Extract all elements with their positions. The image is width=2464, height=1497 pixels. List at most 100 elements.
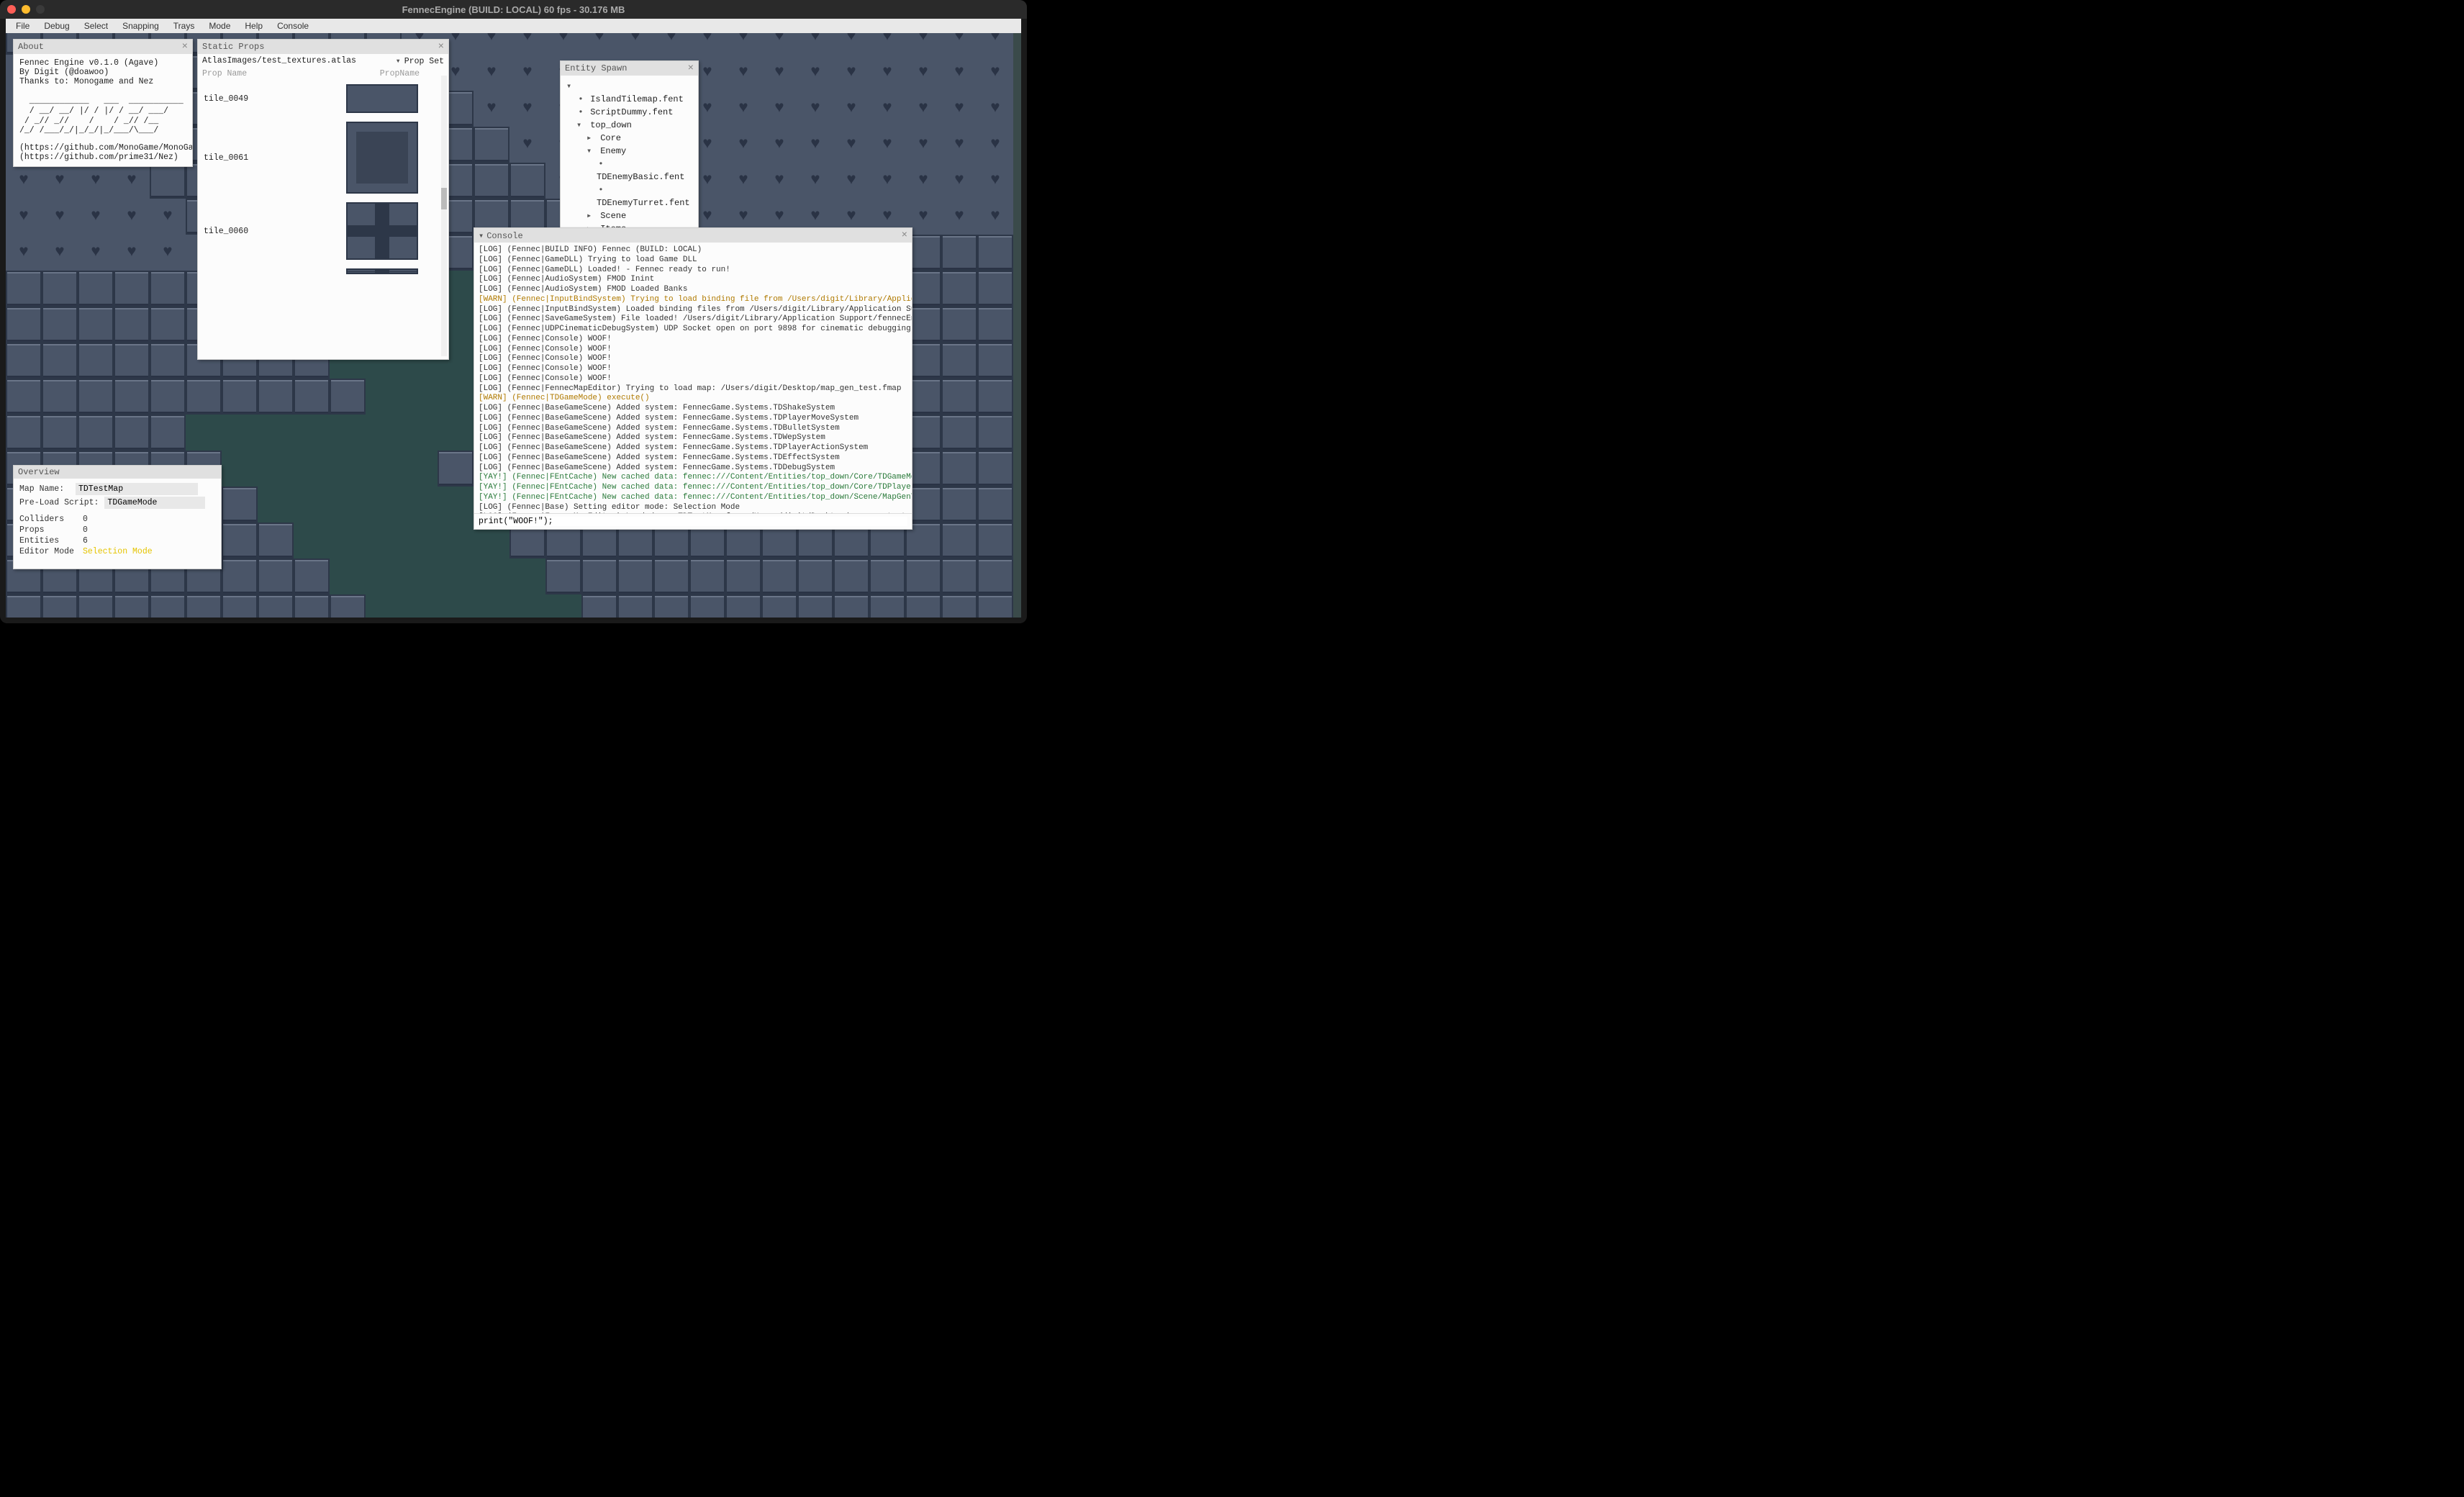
editor-mode-value: Selection Mode — [83, 547, 153, 556]
console-line: [LOG] (Fennec|FennecMapEditor) Trying to… — [479, 384, 907, 394]
overview-titlebar[interactable]: Overview — [14, 466, 221, 479]
console-line: [LOG] (Fennec|SaveGameSystem) File loade… — [479, 315, 907, 325]
prop-row[interactable]: tile_0061 — [198, 117, 448, 198]
window-title: FennecEngine (BUILD: LOCAL) 60 fps - 30.… — [402, 4, 625, 15]
console-line: [YAY!] (Fennec|FEntCache) New cached dat… — [479, 473, 907, 483]
column-prop-name-2: PropName — [380, 69, 420, 78]
prop-name: tile_0049 — [204, 94, 248, 104]
entity-spawn-title: Entity Spawn — [565, 63, 627, 73]
about-ascii-logo: ____________ ___ ___________ / __/ __/ |… — [19, 96, 186, 136]
console-line: [LOG] (Fennec|BaseGameScene) Added syste… — [479, 443, 907, 453]
console-line: [WARN] (Fennec|TDGameMode) execute() — [479, 394, 907, 404]
menu-mode[interactable]: Mode — [201, 19, 237, 32]
menu-debug[interactable]: Debug — [37, 19, 76, 32]
entity-spawn-panel[interactable]: Entity Spawn × ▾ • IslandTilemap.fent• S… — [560, 60, 699, 240]
overview-title: Overview — [18, 467, 60, 477]
console-log: [LOG] (Fennec|BUILD INFO) Fennec (BUILD:… — [474, 243, 912, 513]
maximize-icon[interactable] — [36, 5, 45, 14]
about-link-nez: (https://github.com/prime31/Nez) — [19, 153, 186, 162]
about-titlebar[interactable]: About × — [14, 40, 192, 54]
console-line: [LOG] (Fennec|Console) WOOF! — [479, 345, 907, 355]
bullet-icon: • — [576, 93, 585, 106]
close-icon[interactable]: × — [438, 41, 444, 53]
editor-mode-label: Editor Mode — [19, 547, 77, 556]
chevron-right-icon[interactable]: ▸ — [586, 209, 595, 222]
menubar: FileDebugSelectSnappingTraysModeHelpCons… — [6, 19, 1021, 33]
preload-input[interactable] — [104, 497, 205, 509]
menu-select[interactable]: Select — [77, 19, 115, 32]
console-line: [LOG] (Fennec|BaseGameScene) Added syste… — [479, 404, 907, 414]
static-props-body: AtlasImages/test_textures.atlas ▾Prop Se… — [198, 54, 448, 359]
tree-folder[interactable]: ▸ Core — [566, 132, 692, 145]
stat-value: 0 — [83, 525, 88, 535]
tree-item[interactable]: • ScriptDummy.fent — [566, 106, 692, 119]
chevron-down-icon[interactable]: ▾ — [566, 80, 575, 93]
bullet-icon: • — [576, 106, 585, 119]
bullet-icon: • — [597, 158, 605, 171]
console-line: [WARN] (Fennec|InputBindSystem) Trying t… — [479, 295, 907, 305]
console-line: [LOG] (Fennec|BaseGameScene) Added syste… — [479, 414, 907, 424]
tree-folder[interactable]: ▾ Enemy — [566, 145, 692, 158]
menu-help[interactable]: Help — [237, 19, 270, 32]
console-line: [LOG] (Fennec|AudioSystem) FMOD Loaded B… — [479, 285, 907, 295]
prop-set-dropdown[interactable]: ▾Prop Set — [396, 55, 444, 66]
about-title: About — [18, 42, 44, 52]
tree-folder[interactable]: ▸ Scene — [566, 209, 692, 222]
chevron-right-icon[interactable]: ▸ — [586, 132, 595, 145]
app-window: FennecEngine (BUILD: LOCAL) 60 fps - 30.… — [0, 0, 1027, 623]
prop-thumbnail — [346, 202, 418, 260]
stat-label: Props — [19, 525, 77, 535]
close-icon[interactable]: × — [688, 63, 694, 74]
about-panel[interactable]: About × Fennec Engine v0.1.0 (Agave) By … — [13, 39, 193, 167]
console-input[interactable] — [479, 517, 907, 526]
console-line: [LOG] (Fennec|BaseGameScene) Added syste… — [479, 424, 907, 434]
console-line: [LOG] (Fennec|Console) WOOF! — [479, 335, 907, 345]
menu-trays[interactable]: Trays — [166, 19, 202, 32]
titlebar[interactable]: FennecEngine (BUILD: LOCAL) 60 fps - 30.… — [0, 0, 1027, 19]
tree-item[interactable]: • TDEnemyTurret.fent — [566, 184, 692, 209]
console-panel[interactable]: ▾Console × [LOG] (Fennec|BUILD INFO) Fen… — [474, 227, 912, 530]
tree-item[interactable]: • TDEnemyBasic.fent — [566, 158, 692, 184]
chevron-down-icon[interactable]: ▾ — [586, 145, 595, 158]
atlas-dropdown[interactable]: AtlasImages/test_textures.atlas — [202, 56, 356, 65]
about-link-monogame: (https://github.com/MonoGame/MonoGame) — [19, 143, 186, 153]
prop-row[interactable]: tile_0060 — [198, 198, 448, 264]
console-line: [LOG] (Fennec|BaseGameScene) Added syste… — [479, 463, 907, 474]
menu-file[interactable]: File — [9, 19, 37, 32]
stat-label: Entities — [19, 536, 77, 546]
entity-spawn-titlebar[interactable]: Entity Spawn × — [561, 61, 698, 76]
prop-row[interactable]: tile_0049 — [198, 80, 448, 117]
console-line: [LOG] (Fennec|BUILD INFO) Fennec (BUILD:… — [479, 245, 907, 255]
traffic-lights — [7, 5, 45, 14]
overview-panel[interactable]: Overview Map Name: Pre-Load Script: Coll… — [13, 465, 222, 569]
static-props-panel[interactable]: Static Props × AtlasImages/test_textures… — [197, 39, 449, 360]
stat-label: Colliders — [19, 515, 77, 524]
close-icon[interactable]: × — [902, 230, 907, 241]
close-icon[interactable] — [7, 5, 16, 14]
close-icon[interactable]: × — [182, 41, 188, 53]
menu-snapping[interactable]: Snapping — [115, 19, 166, 32]
collapse-arrow-icon[interactable]: ▾ — [479, 231, 484, 241]
scrollbar-thumb[interactable] — [441, 188, 447, 209]
map-name-input[interactable] — [76, 483, 198, 495]
scrollbar[interactable] — [441, 76, 447, 356]
chevron-down-icon[interactable]: ▾ — [576, 119, 585, 132]
minimize-icon[interactable] — [22, 5, 30, 14]
overview-body: Map Name: Pre-Load Script: Colliders0Pro… — [14, 479, 221, 569]
menu-console[interactable]: Console — [270, 19, 316, 32]
about-author: By Digit (@doawoo) — [19, 68, 186, 77]
props-list: tile_0049 tile_0061tile_0060 — [198, 80, 448, 279]
console-title: ▾Console — [479, 230, 523, 241]
console-line: [LOG] (Fennec|Console) WOOF! — [479, 364, 907, 374]
viewport[interactable]: FileDebugSelectSnappingTraysModeHelpCons… — [6, 19, 1021, 618]
static-props-titlebar[interactable]: Static Props × — [198, 40, 448, 54]
console-line: [LOG] (Fennec|GameDLL) Trying to load Ga… — [479, 255, 907, 266]
tree-folder[interactable]: ▾ — [566, 80, 692, 93]
tree-item[interactable]: • IslandTilemap.fent — [566, 93, 692, 106]
bullet-icon: • — [597, 184, 605, 196]
console-titlebar[interactable]: ▾Console × — [474, 228, 912, 243]
map-name-label: Map Name: — [19, 484, 70, 494]
console-line: [LOG] (Fennec|AudioSystem) FMOD Inint — [479, 275, 907, 285]
tree-folder[interactable]: ▾ top_down — [566, 119, 692, 132]
console-line: [YAY!] (Fennec|FEntCache) New cached dat… — [479, 493, 907, 503]
